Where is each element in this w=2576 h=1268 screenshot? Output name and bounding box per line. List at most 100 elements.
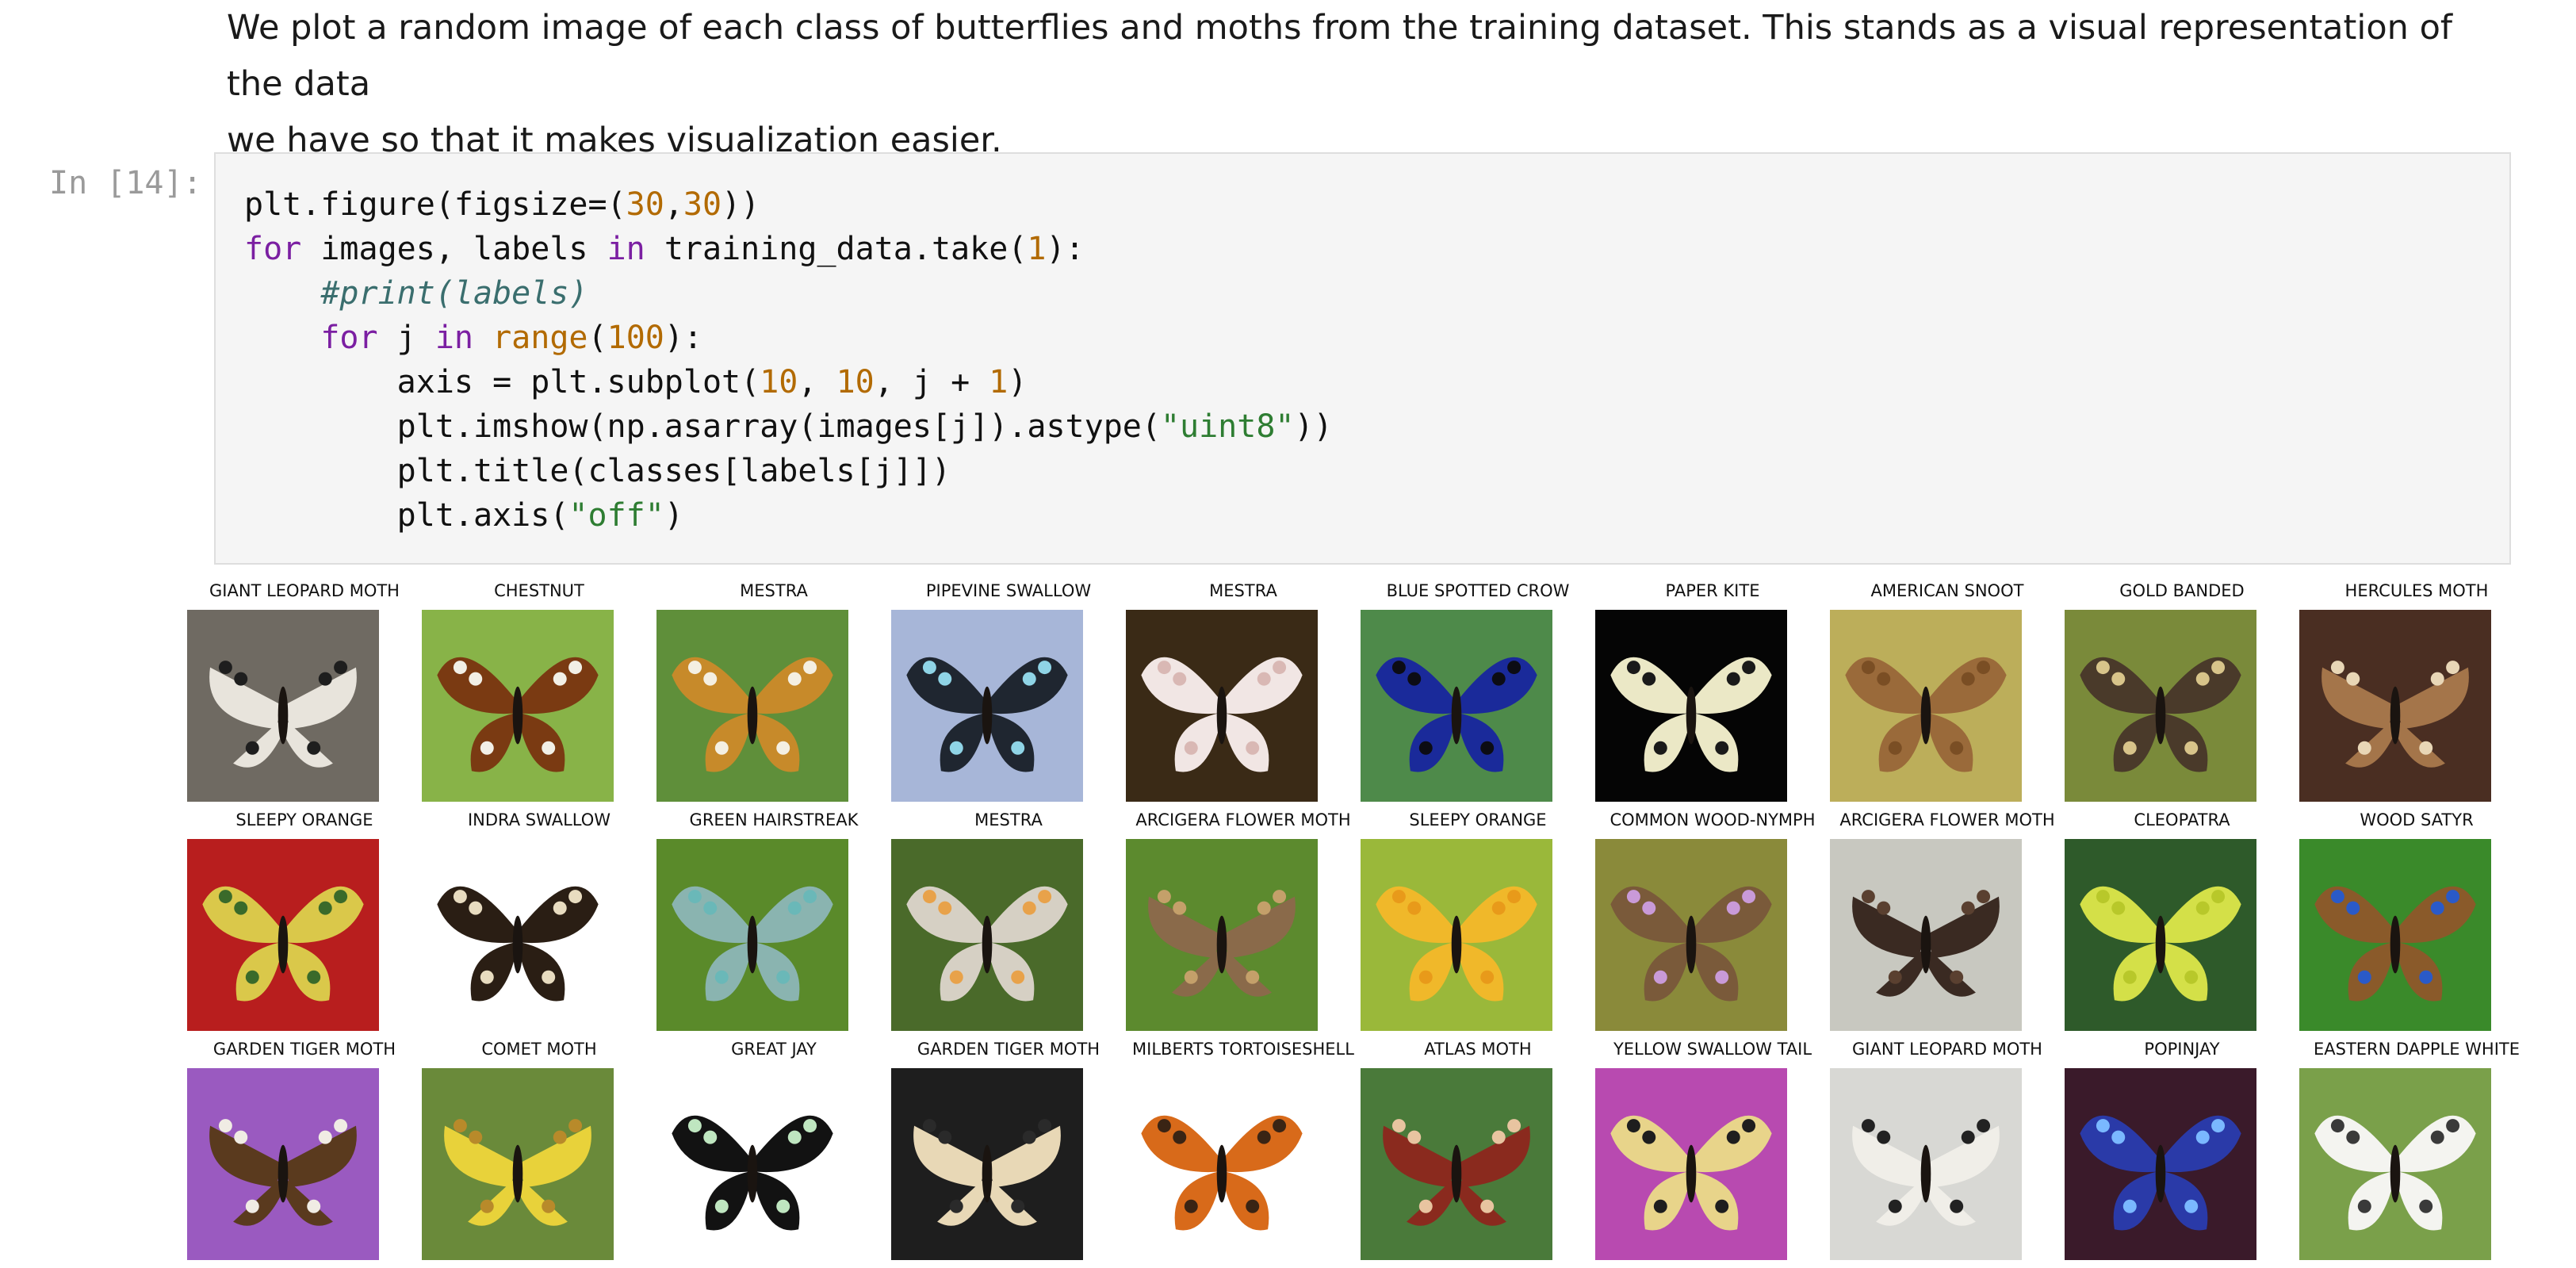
code-token: (: [588, 320, 607, 356]
subplot-title: GOLD BANDED: [2119, 581, 2245, 600]
subplot-image: [891, 610, 1083, 802]
code-cell-editor[interactable]: plt.figure(figsize=(30,30)) for images, l…: [214, 152, 2511, 565]
subplot-image: [656, 1068, 848, 1260]
butterfly-photo-icon: [1830, 610, 2022, 802]
subplot-title: BLUE SPOTTED CROW: [1386, 581, 1570, 600]
subplot-tile: PAPER KITE: [1595, 580, 1830, 810]
subplot-tile: AMERICAN SNOOT: [1830, 580, 2065, 810]
code-token: ):: [1046, 231, 1085, 267]
moth-photo-icon: [187, 610, 379, 802]
subplot-tile: GREEN HAIRSTREAK: [656, 810, 891, 1039]
subplot-image: [1126, 610, 1318, 802]
subplot-title: GIANT LEOPARD MOTH: [1852, 1040, 2042, 1059]
subplot-tile: BLUE SPOTTED CROW: [1361, 580, 1595, 810]
code-token: j: [377, 320, 435, 356]
code-token: ):: [664, 320, 703, 356]
subplot-image: [422, 610, 614, 802]
subplot-image: [422, 839, 614, 1031]
markdown-line-1: We plot a random image of each class of …: [227, 8, 2453, 104]
butterfly-photo-icon: [1595, 610, 1787, 802]
moth-photo-icon: [1126, 839, 1318, 1031]
subplot-image: [1595, 610, 1787, 802]
moth-photo-icon: [422, 1068, 614, 1260]
butterfly-photo-icon: [1595, 839, 1787, 1031]
subplot-image: [1595, 1068, 1787, 1260]
subplot-image: [2065, 839, 2256, 1031]
subplot-tile: MESTRA: [656, 580, 891, 810]
butterfly-photo-icon: [1361, 839, 1552, 1031]
subplot-tile: SLEEPY ORANGE: [187, 810, 422, 1039]
code-token: plt.figure(figsize=(: [244, 186, 626, 223]
code-token: 1: [989, 364, 1009, 400]
code-token: ,: [798, 364, 836, 400]
moth-photo-icon: [891, 1068, 1083, 1260]
subplot-title: ARCIGERA FLOWER MOTH: [1135, 810, 1351, 829]
code-token: plt.title(classes[labels[j]]): [244, 453, 951, 489]
subplot-image: [656, 610, 848, 802]
subplot-tile: MESTRA: [1126, 580, 1361, 810]
subplot-tile: ATLAS MOTH: [1361, 1039, 1595, 1268]
subplot-title: COMET MOTH: [481, 1040, 597, 1059]
subplot-image: [891, 839, 1083, 1031]
subplot-image: [187, 839, 379, 1031]
butterfly-photo-icon: [656, 610, 848, 802]
subplot-image: [891, 1068, 1083, 1260]
output-image-grid: GIANT LEOPARD MOTH CHESTNUT MESTRA PIPEVINE…: [187, 580, 2520, 1260]
subplot-image: [656, 839, 848, 1031]
subplot-image: [187, 610, 379, 802]
code-token: for: [244, 231, 302, 267]
subplot-image: [1361, 1068, 1552, 1260]
subplot-tile: CLEOPATRA: [2065, 810, 2299, 1039]
butterfly-photo-icon: [656, 1068, 848, 1260]
subplot-image: [1126, 1068, 1318, 1260]
subplot-title: POPINJAY: [2144, 1040, 2220, 1059]
moth-photo-icon: [1361, 1068, 1552, 1260]
code-token: 30: [626, 186, 664, 223]
subplot-title: SLEEPY ORANGE: [1409, 810, 1547, 829]
subplot-title: YELLOW SWALLOW TAIL: [1613, 1040, 1812, 1059]
subplot-image: [2299, 1068, 2491, 1260]
code-token: )): [1294, 408, 1333, 445]
code-token: in: [607, 231, 645, 267]
subplot-title: ARCIGERA FLOWER MOTH: [1839, 810, 2055, 829]
subplot-title: INDRA SWALLOW: [467, 810, 611, 829]
subplot-image: [2299, 839, 2491, 1031]
butterfly-photo-icon: [2299, 839, 2491, 1031]
code-token: in: [434, 320, 473, 356]
subplot-title: GREAT JAY: [731, 1040, 817, 1059]
subplot-title: EASTERN DAPPLE WHITE: [2313, 1040, 2520, 1059]
moth-photo-icon: [2299, 610, 2491, 802]
subplot-tile: MESTRA: [891, 810, 1126, 1039]
subplot-tile: INDRA SWALLOW: [422, 810, 656, 1039]
subplot-title: COMMON WOOD-NYMPH: [1610, 810, 1816, 829]
moth-photo-icon: [1830, 1068, 2022, 1260]
butterfly-photo-icon: [891, 610, 1083, 802]
butterfly-photo-icon: [891, 839, 1083, 1031]
code-line: #print(labels): [244, 271, 1333, 316]
code-token: #print(labels): [320, 275, 588, 312]
moth-photo-icon: [187, 1068, 379, 1260]
code-line: for images, labels in training_data.take…: [244, 227, 1333, 271]
subplot-image: [2299, 610, 2491, 802]
code-token: "off": [568, 497, 664, 534]
subplot-title: MESTRA: [974, 810, 1043, 829]
code-line: plt.imshow(np.asarray(images[j]).astype(…: [244, 404, 1333, 449]
subplot-tile: YELLOW SWALLOW TAIL: [1595, 1039, 1830, 1268]
subplot-image: [2065, 1068, 2256, 1260]
code-editor-text[interactable]: plt.figure(figsize=(30,30)) for images, l…: [244, 182, 1333, 538]
code-line: axis = plt.subplot(10, 10, j + 1): [244, 360, 1333, 404]
subplot-tile: EASTERN DAPPLE WHITE: [2299, 1039, 2534, 1268]
subplot-tile: GARDEN TIGER MOTH: [187, 1039, 422, 1268]
subplot-title: MILBERTS TORTOISESHELL: [1132, 1040, 1354, 1059]
subplot-title: AMERICAN SNOOT: [1870, 581, 2024, 600]
subplot-tile: GARDEN TIGER MOTH: [891, 1039, 1126, 1268]
subplot-image: [1361, 610, 1552, 802]
subplot-tile: COMET MOTH: [422, 1039, 656, 1268]
subplot-tile: COMMON WOOD-NYMPH: [1595, 810, 1830, 1039]
code-line: plt.axis("off"): [244, 493, 1333, 538]
subplot-image: [2065, 610, 2256, 802]
subplot-tile: GIANT LEOPARD MOTH: [1830, 1039, 2065, 1268]
